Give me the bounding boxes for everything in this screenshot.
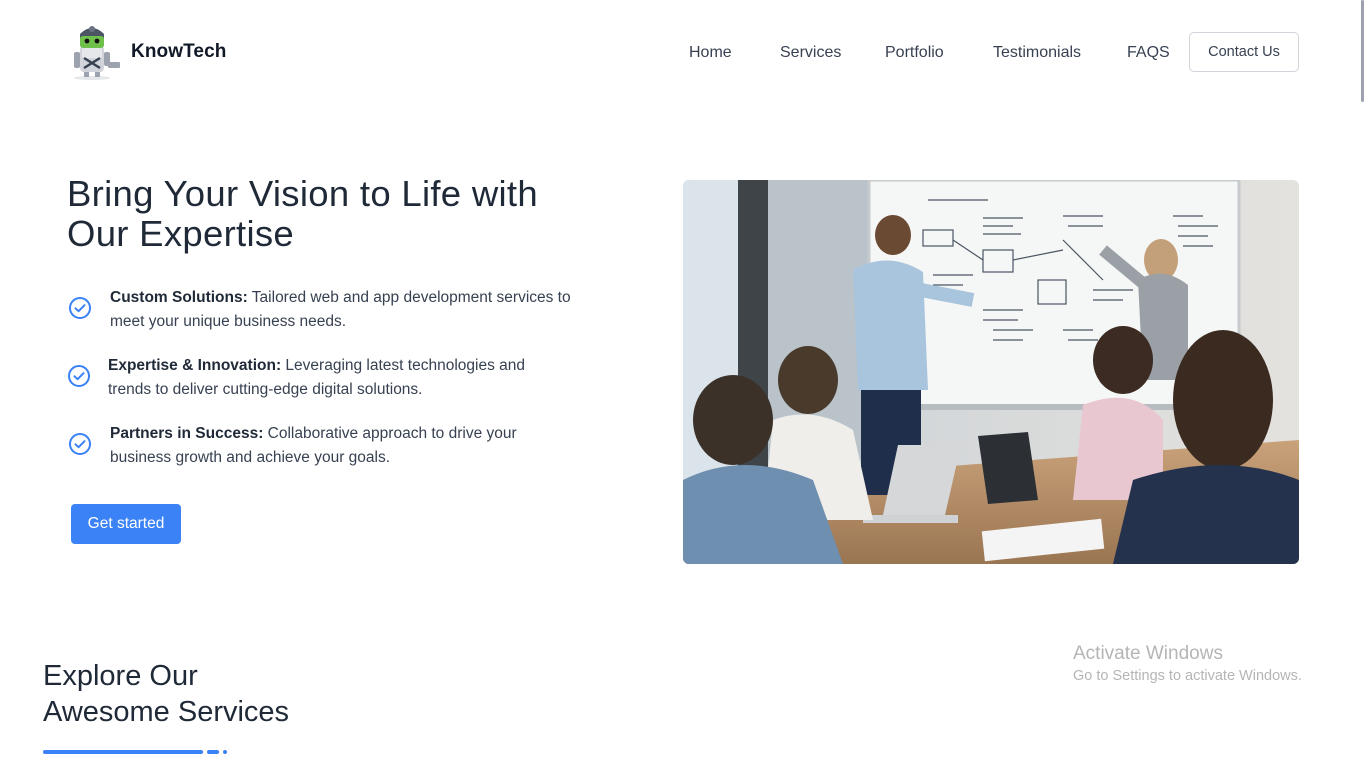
hero-title: Bring Your Vision to Life with Our Exper… <box>67 174 627 254</box>
brand-name: KnowTech <box>131 41 227 62</box>
feature-item-custom-solutions: Custom Solutions: Tailored web and app d… <box>68 286 571 334</box>
get-started-button[interactable]: Get started <box>71 504 181 544</box>
activate-windows-title: Activate Windows <box>1073 643 1223 664</box>
contact-us-button[interactable]: Contact Us <box>1189 32 1299 72</box>
hero-title-line-2: Our Expertise <box>67 213 295 254</box>
feature-title: Partners in Success: <box>110 425 264 442</box>
check-circle-icon <box>69 433 91 455</box>
feature-title: Expertise & Innovation: <box>108 357 282 374</box>
robot-mascot-icon <box>70 24 122 80</box>
feature-title: Custom Solutions: <box>110 289 248 306</box>
feature-desc-line-2: business growth and achieve your goals. <box>110 449 391 466</box>
nav-link-testimonials[interactable]: Testimonials <box>993 44 1081 62</box>
hero-title-line-1: Bring Your Vision to Life with <box>67 173 538 214</box>
heading-underline <box>43 742 233 754</box>
feature-item-expertise-innovation: Expertise & Innovation: Leveraging lates… <box>67 354 525 402</box>
feature-item-partners-success: Partners in Success: Collaborative appro… <box>68 422 517 470</box>
team-meeting-whiteboard-photo <box>683 180 1299 564</box>
nav-link-home[interactable]: Home <box>689 44 732 62</box>
top-navbar: KnowTech Home Services Portfolio Testimo… <box>0 0 1366 104</box>
activate-windows-subtitle: Go to Settings to activate Windows. <box>1073 668 1302 684</box>
feature-desc-line-1: Tailored web and app development service… <box>247 289 571 306</box>
services-heading: Explore Our Awesome Services <box>43 658 289 730</box>
page-scrollbar-track[interactable] <box>1358 0 1366 768</box>
feature-text: Custom Solutions: Tailored web and app d… <box>110 286 571 334</box>
nav-link-portfolio[interactable]: Portfolio <box>885 44 944 62</box>
check-circle-icon <box>69 297 91 319</box>
check-circle-icon <box>68 365 90 387</box>
feature-desc-line-1: Collaborative approach to drive your <box>263 425 517 442</box>
hero-image <box>683 180 1299 564</box>
feature-text: Partners in Success: Collaborative appro… <box>110 422 517 470</box>
feature-desc-line-2: meet your unique business needs. <box>110 313 347 330</box>
page-scrollbar-thumb[interactable] <box>1361 0 1364 102</box>
feature-text: Expertise & Innovation: Leveraging lates… <box>108 354 525 402</box>
services-heading-line-1: Explore Our <box>43 660 198 692</box>
feature-desc-line-2: trends to deliver cutting-edge digital s… <box>108 381 423 398</box>
brand-logo[interactable]: KnowTech <box>70 24 226 80</box>
nav-link-faqs[interactable]: FAQS <box>1127 44 1170 62</box>
nav-link-services[interactable]: Services <box>780 44 841 62</box>
services-heading-line-2: Awesome Services <box>43 696 290 728</box>
feature-desc-line-1: Leveraging latest technologies and <box>281 357 525 374</box>
